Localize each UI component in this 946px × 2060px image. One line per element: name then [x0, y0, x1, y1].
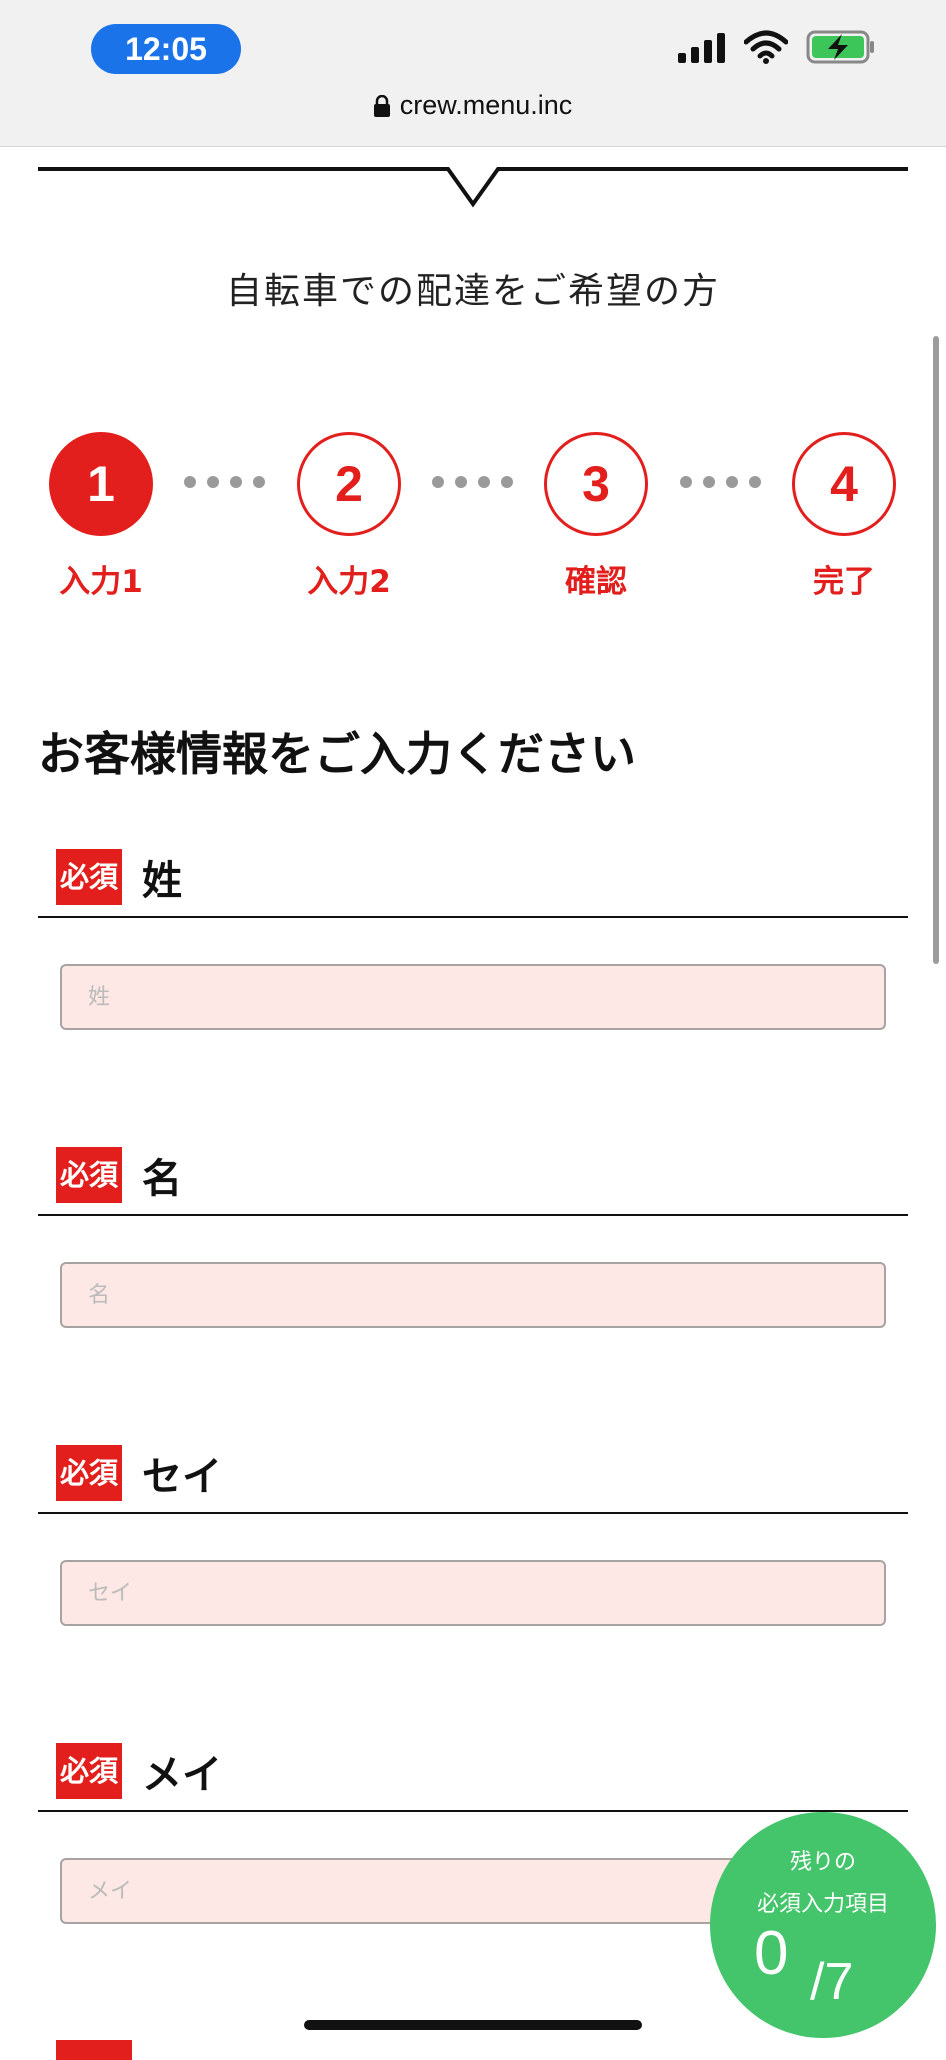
wifi-icon	[744, 30, 788, 64]
step-connector-1	[184, 476, 265, 488]
connector-dot	[230, 476, 242, 488]
required-badge: 必須	[56, 1147, 123, 1203]
required-badge: 必須	[56, 1743, 123, 1799]
connector-dot	[432, 476, 444, 488]
next-required-badge-partial	[56, 2040, 132, 2060]
step-4-circle: 4	[792, 432, 896, 536]
required-badge: 必須	[56, 849, 123, 905]
last-name-kana-input[interactable]	[60, 1560, 886, 1626]
step-2: 2 入力2	[297, 432, 401, 601]
connector-dot	[680, 476, 692, 488]
signal-icon	[678, 33, 725, 63]
connector-dot	[478, 476, 490, 488]
status-time[interactable]: 12:05	[91, 24, 241, 74]
step-2-circle: 2	[297, 432, 401, 536]
connector-dot	[253, 476, 265, 488]
url-text: crew.menu.inc	[399, 90, 573, 120]
battery-charging-icon	[806, 30, 874, 64]
remaining-total: /7	[810, 1953, 854, 2011]
field-label: 姓	[142, 858, 183, 904]
page-subtitle: 自転車での配達をご希望の方	[225, 271, 720, 312]
field-last-name-kana: 必須 セイ	[38, 1434, 908, 1626]
connector-dot	[703, 476, 715, 488]
remaining-required-counter: 残りの 必須入力項目 0 /7	[710, 1812, 936, 2038]
step-4: 4 完了	[792, 432, 896, 601]
remaining-count: 0	[754, 1919, 789, 1988]
field-header: 必須 名	[38, 1136, 908, 1216]
remaining-label-line1: 残りの	[789, 1850, 856, 1875]
step-4-label: 完了	[813, 564, 875, 600]
connector-dot	[455, 476, 467, 488]
field-header: 必須 セイ	[38, 1434, 908, 1514]
step-3-circle: 3	[544, 432, 648, 536]
url-bar[interactable]: crew.menu.inc	[0, 90, 946, 121]
connector-dot	[726, 476, 738, 488]
field-label: メイ	[142, 1752, 223, 1798]
connector-dot	[749, 476, 761, 488]
lock-icon	[373, 94, 390, 117]
field-header: 必須 メイ	[38, 1732, 908, 1812]
field-last-name: 必須 姓	[38, 838, 908, 1030]
required-badge: 必須	[56, 1445, 123, 1501]
section-title: お客様情報をご入力ください	[38, 727, 636, 781]
step-connector-3	[680, 476, 761, 488]
home-indicator[interactable]	[304, 2020, 642, 2030]
step-connector-2	[432, 476, 513, 488]
progress-stepper: 1 入力1 2 入力2 3 確認 4 完了	[0, 432, 946, 612]
step-1-label: 入力1	[59, 564, 143, 600]
first-name-input[interactable]	[60, 1262, 886, 1328]
last-name-input[interactable]	[60, 964, 886, 1030]
step-1-circle: 1	[49, 432, 153, 536]
step-3: 3 確認	[544, 432, 648, 601]
step-2-label: 入力2	[307, 564, 391, 600]
step-3-label: 確認	[565, 564, 627, 600]
field-label: セイ	[142, 1454, 223, 1500]
remaining-label-line2: 必須入力項目	[756, 1892, 889, 1917]
status-icons	[678, 30, 876, 64]
field-label: 名	[142, 1156, 183, 1202]
connector-dot	[501, 476, 513, 488]
scrollbar-thumb[interactable]	[933, 336, 939, 964]
status-bar: 12:05 crew.menu.inc	[0, 0, 946, 147]
connector-dot	[184, 476, 196, 488]
field-first-name: 必須 名	[38, 1136, 908, 1328]
notched-divider	[38, 167, 908, 208]
connector-dot	[207, 476, 219, 488]
field-header: 必須 姓	[38, 838, 908, 918]
step-1: 1 入力1	[49, 432, 153, 601]
